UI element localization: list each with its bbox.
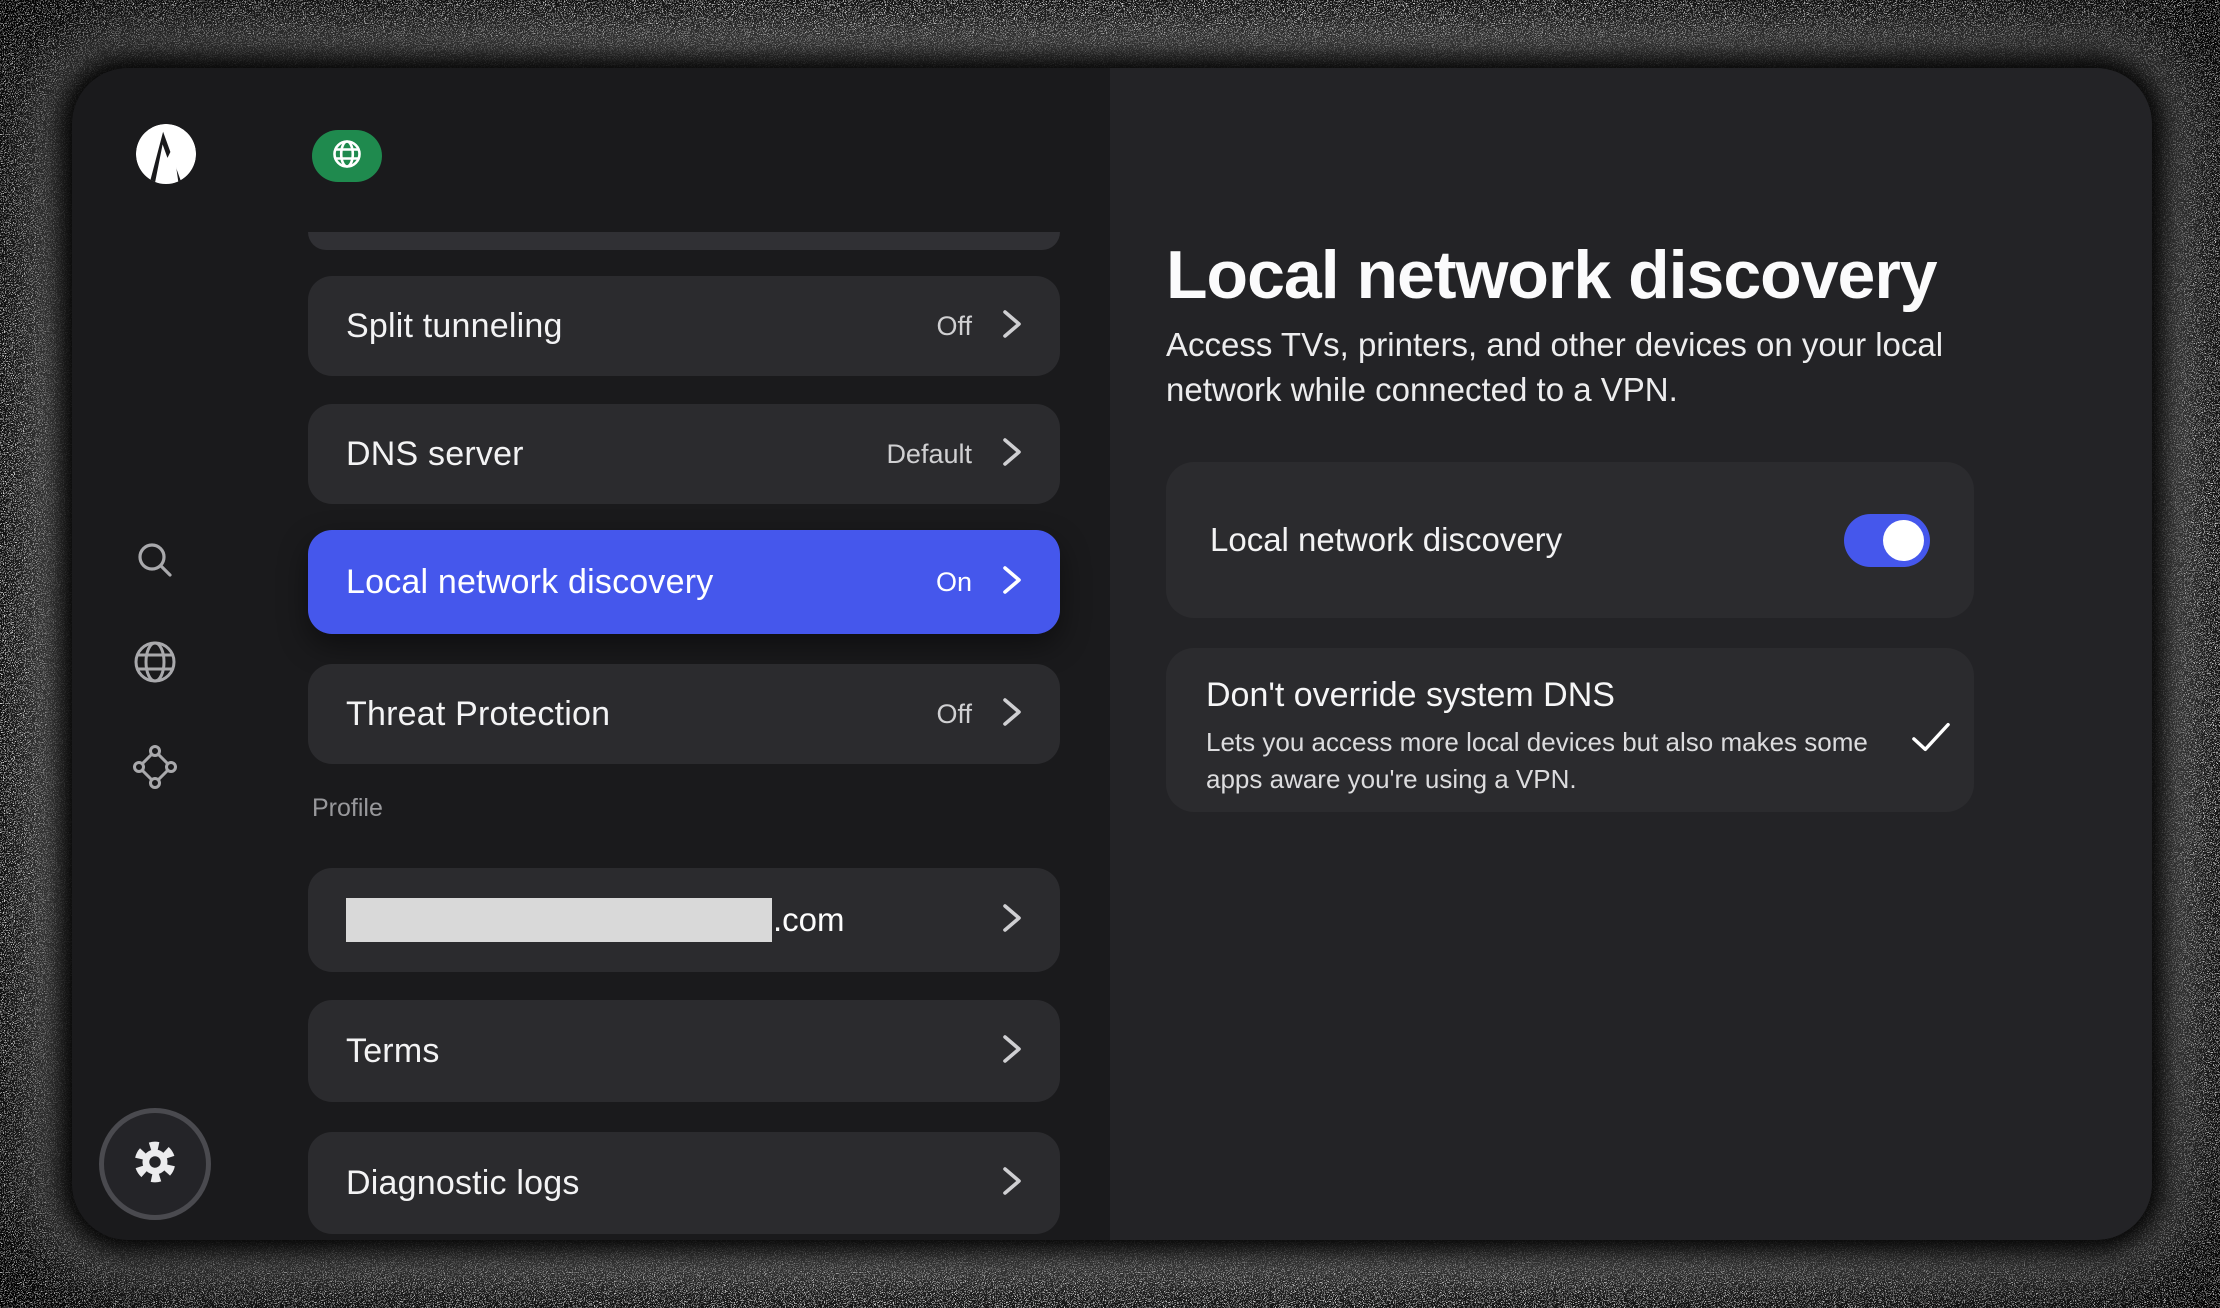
sidebar-item-search[interactable]: [132, 537, 178, 588]
gear-icon: [130, 1137, 180, 1192]
option-title: Don't override system DNS: [1206, 676, 1908, 715]
sidebar-item-meshnet[interactable]: [132, 744, 178, 795]
globe-icon: [130, 674, 180, 691]
checkmark-icon: [1908, 718, 1954, 761]
chevron-right-icon: [1000, 1164, 1024, 1203]
page-title: Local network discovery: [1166, 236, 1937, 314]
page-description: Access TVs, printers, and other devices …: [1166, 322, 1978, 412]
dont-override-system-dns-option[interactable]: Don't override system DNS Lets you acces…: [1166, 648, 1974, 812]
profile-list: .com Terms Diagnostic logs: [308, 68, 1060, 1240]
redacted-email-block: [346, 898, 772, 942]
meshnet-icon: [132, 777, 178, 794]
settings-row-terms[interactable]: Terms: [308, 1000, 1060, 1102]
screen: Split tunneling Off DNS server Default L…: [0, 0, 2220, 1308]
row-label: Diagnostic logs: [346, 1164, 580, 1203]
search-icon: [132, 570, 178, 587]
nordvpn-logo-icon: [135, 123, 197, 185]
toggle-knob: [1883, 520, 1924, 561]
email-suffix: .com: [773, 901, 845, 939]
settings-pane: Split tunneling Off DNS server Default L…: [72, 68, 1110, 1240]
local-network-discovery-toggle-row[interactable]: Local network discovery: [1166, 462, 1974, 618]
option-text: Don't override system DNS Lets you acces…: [1206, 676, 1908, 798]
sidebar-item-settings[interactable]: [99, 1108, 211, 1220]
settings-row-account[interactable]: .com: [308, 868, 1060, 972]
toggle-label: Local network discovery: [1210, 521, 1562, 559]
detail-pane: Local network discovery Access TVs, prin…: [1110, 68, 2152, 1240]
chevron-right-icon: [1000, 901, 1024, 940]
chevron-right-icon: [1000, 1032, 1024, 1071]
settings-row-diagnostic-logs[interactable]: Diagnostic logs: [308, 1132, 1060, 1234]
row-label: Terms: [346, 1032, 440, 1071]
sidebar-item-countries[interactable]: [130, 637, 180, 692]
option-subtitle: Lets you access more local devices but a…: [1206, 724, 1908, 798]
nordvpn-settings-window: Split tunneling Off DNS server Default L…: [72, 68, 2152, 1240]
local-network-discovery-toggle[interactable]: [1844, 514, 1930, 567]
